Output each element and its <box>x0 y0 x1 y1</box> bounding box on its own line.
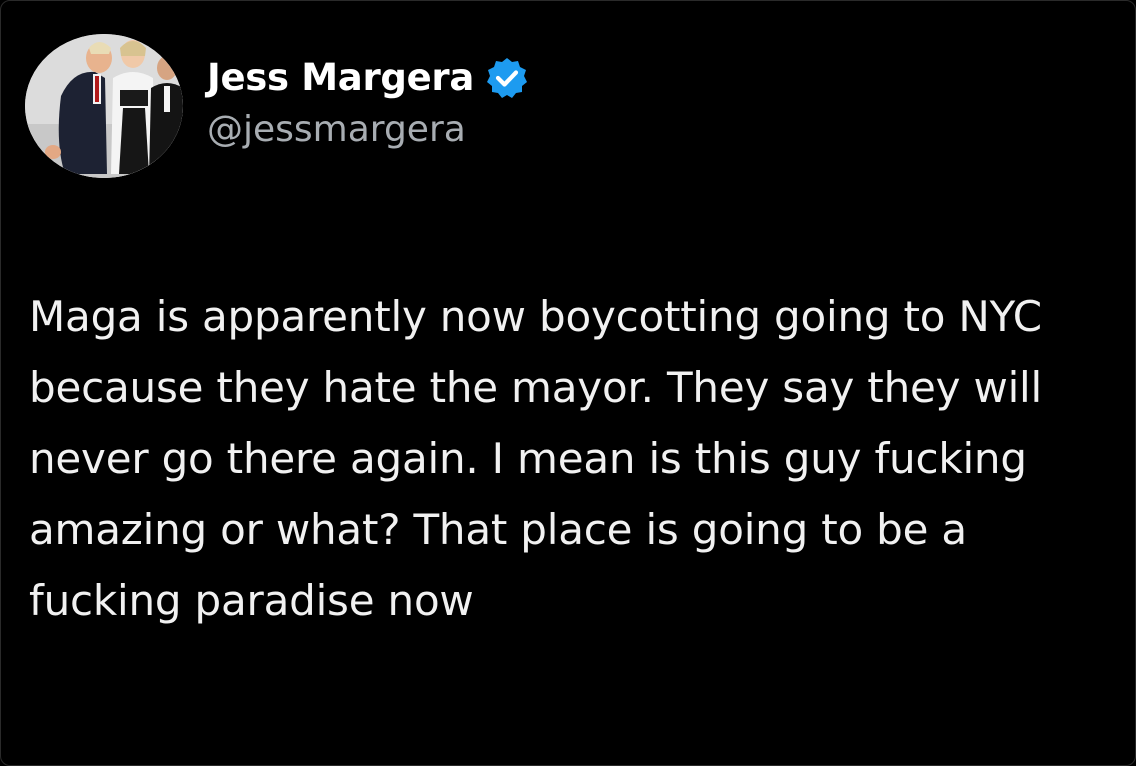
verified-badge-icon <box>485 56 529 100</box>
tweet-text: Maga is apparently now boycotting going … <box>29 292 1042 625</box>
tweet-card: Jess Margera @jessmargera Maga is appare… <box>0 0 1136 766</box>
tweet-header: Jess Margera @jessmargera <box>25 34 528 178</box>
name-row: Jess Margera <box>207 54 529 102</box>
author-identity: Jess Margera @jessmargera <box>207 54 529 152</box>
avatar[interactable] <box>25 34 183 178</box>
user-handle[interactable]: @jessmargera <box>207 108 529 152</box>
profile-photo <box>25 34 183 178</box>
display-name[interactable]: Jess Margera <box>207 54 474 102</box>
